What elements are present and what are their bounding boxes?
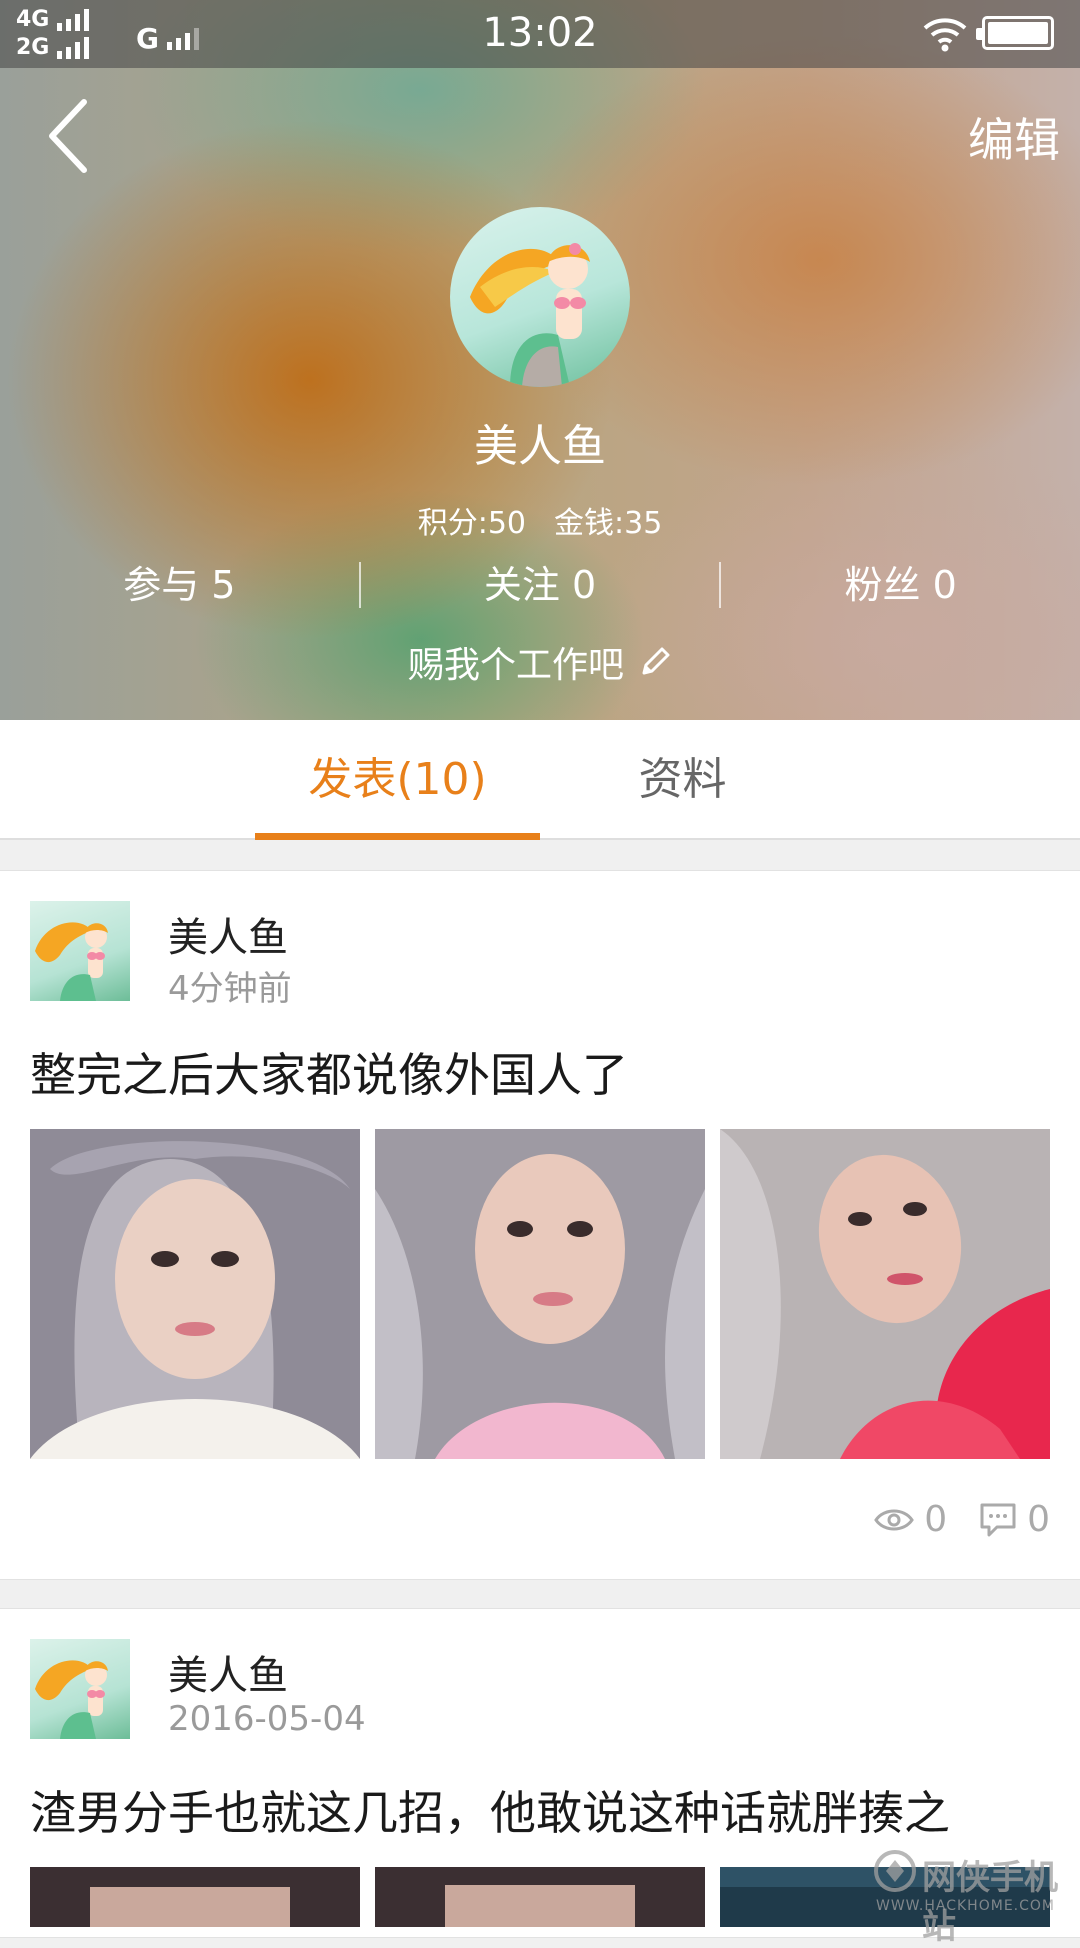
points-value: 积分:50 (417, 506, 526, 541)
post-photo[interactable] (30, 1867, 360, 1927)
post-photo[interactable] (375, 1867, 705, 1927)
status-bar: 4G 2G G 13:02 (0, 0, 1080, 68)
stat-followers[interactable]: 粉丝 0 (721, 560, 1080, 610)
watermark-logo-icon (874, 1850, 916, 1892)
post-timestamp: 4分钟前 (168, 969, 292, 1009)
portrait-photo-image (375, 1867, 705, 1927)
edit-button[interactable]: 编辑 (968, 104, 1060, 170)
profile-tabs: 发表(10) 资料 (0, 720, 1080, 840)
tab-profile-info[interactable]: 资料 (590, 720, 775, 840)
site-watermark: 网侠手机站 WWW.HACKHOME.COM (866, 1848, 1080, 1947)
portrait-photo-image (30, 1129, 360, 1459)
profile-avatar[interactable] (450, 207, 630, 387)
portrait-photo-image (720, 1129, 1050, 1459)
post-card[interactable]: 美人鱼 4分钟前 整完之后大家都说像外国人了 0 0 (0, 870, 1080, 1580)
profile-stats: 参与 5 关注 0 粉丝 0 (0, 560, 1080, 610)
post-photo[interactable] (720, 1129, 1050, 1459)
profile-points: 积分:50 金钱:35 (0, 498, 1080, 542)
comments-count[interactable]: 0 (979, 1499, 1050, 1540)
wifi-icon (923, 18, 967, 52)
mermaid-avatar-illustration (470, 243, 590, 387)
mermaid-avatar-illustration (35, 922, 108, 1001)
post-timestamp: 2016-05-04 (168, 1699, 366, 1739)
status-time: 13:02 (482, 10, 598, 56)
views-count[interactable]: 0 (874, 1499, 947, 1540)
tab-posts[interactable]: 发表(10) (255, 720, 540, 840)
watermark-url: WWW.HACKHOME.COM (876, 1898, 1055, 1914)
signature-row[interactable]: 赐我个工作吧 (0, 636, 1080, 688)
pencil-icon (642, 647, 670, 675)
stat-following[interactable]: 关注 0 (361, 560, 720, 610)
profile-header: 4G 2G G 13:02 编辑 美人鱼 积分:50 金钱:35 参与 5 关注… (0, 0, 1080, 720)
battery-icon (976, 16, 1054, 50)
back-arrow-icon[interactable] (40, 96, 100, 176)
post-meta: 0 0 (874, 1499, 1050, 1540)
signature-text: 赐我个工作吧 (407, 645, 624, 686)
portrait-photo-image (30, 1867, 360, 1927)
stat-participation[interactable]: 参与 5 (0, 560, 359, 610)
post-photo[interactable] (375, 1129, 705, 1459)
post-author-name[interactable]: 美人鱼 (168, 1643, 288, 1701)
eye-icon (874, 1509, 914, 1530)
post-photo-grid (30, 1129, 1050, 1459)
portrait-photo-image (375, 1129, 705, 1459)
views-value: 0 (924, 1499, 948, 1540)
money-value: 金钱:35 (554, 506, 663, 541)
post-title[interactable]: 整完之后大家都说像外国人了 (30, 1039, 628, 1105)
post-author-avatar[interactable] (30, 901, 130, 1001)
mermaid-avatar-illustration (35, 1660, 108, 1739)
post-author-name[interactable]: 美人鱼 (168, 905, 288, 963)
comments-value: 0 (1027, 1499, 1050, 1540)
post-photo[interactable] (30, 1129, 360, 1459)
post-title[interactable]: 渣男分手也就这几招，他敢说这种话就胖揍之 (30, 1777, 950, 1843)
post-author-avatar[interactable] (30, 1639, 130, 1739)
profile-name: 美人鱼 (474, 421, 606, 472)
comment-icon (980, 1503, 1016, 1536)
